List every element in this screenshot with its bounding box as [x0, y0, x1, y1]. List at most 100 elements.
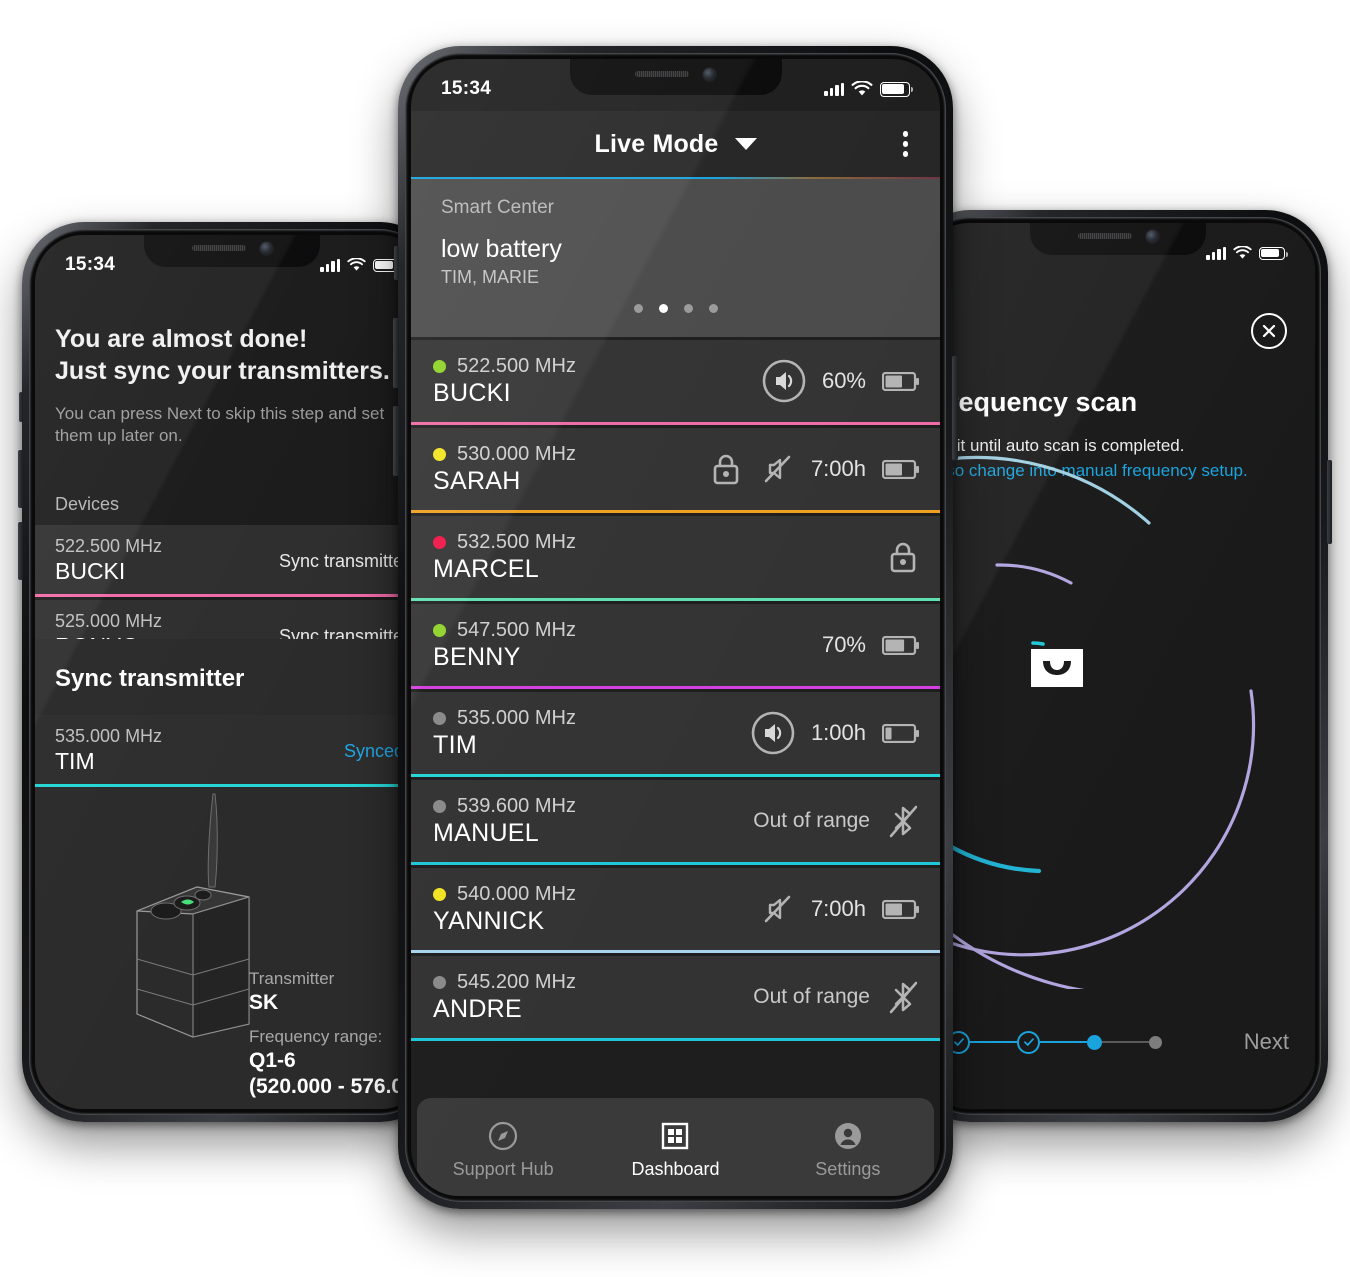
smart-center-label: Smart Center — [441, 197, 554, 218]
smart-center-title: low battery — [441, 235, 562, 263]
earpiece-speaker-icon — [191, 245, 246, 251]
device-accent-bar — [35, 784, 429, 787]
mute-icon[interactable] — [759, 451, 795, 487]
volume-down-left[interactable] — [18, 522, 23, 580]
lock-icon[interactable] — [886, 539, 920, 575]
front-camera-icon — [259, 241, 273, 255]
page-title: Live Mode — [594, 129, 719, 158]
channel-battery-text: 70% — [821, 632, 866, 657]
front-camera-icon — [1145, 229, 1159, 243]
sennheiser-logo — [1031, 649, 1083, 687]
kebab-menu-icon[interactable] — [902, 131, 908, 157]
carousel-dot[interactable] — [708, 304, 718, 313]
mute-switch-center[interactable] — [394, 246, 399, 280]
channel-status-dot — [433, 447, 446, 461]
step-4-pending[interactable] — [1149, 1035, 1162, 1049]
lock-icon[interactable] — [709, 451, 743, 487]
app-navbar: Live Mode — [411, 111, 940, 179]
battery-icon — [882, 723, 919, 743]
list-item[interactable]: 535.000 MHz TIM Synced! — [35, 715, 429, 787]
channel-name: ANDRE — [433, 994, 523, 1023]
carousel-dots[interactable] — [441, 288, 910, 327]
power-button-right[interactable] — [1327, 460, 1332, 544]
battery-icon — [882, 371, 919, 391]
carousel-dot[interactable] — [633, 304, 643, 313]
channel-battery-text: 7:00h — [810, 456, 866, 481]
channel-row[interactable]: 522.500 MHz BUCKI 60% — [411, 340, 940, 425]
devices-section-label: Devices — [55, 493, 120, 514]
step-2-complete[interactable] — [1017, 1030, 1040, 1054]
volume-down-center[interactable] — [393, 406, 399, 476]
channel-name: MANUEL — [433, 818, 539, 847]
channel-indicators: 70% — [822, 632, 920, 658]
cellular-signal-icon — [1206, 246, 1226, 260]
notch-left — [144, 235, 320, 267]
volume-up-left[interactable] — [18, 450, 23, 508]
onboarding-heading-line1: You are almost done! — [55, 325, 308, 353]
tab-support-hub[interactable]: Support Hub — [417, 1121, 589, 1180]
channel-accent-bar — [411, 510, 940, 513]
channel-row[interactable]: 540.000 MHz YANNICK 7:00h — [411, 868, 940, 953]
onboarding-paragraph: You can press Next to skip this step and… — [55, 404, 385, 446]
notch-center — [569, 59, 782, 95]
step-connector — [1102, 1040, 1149, 1044]
notch-right — [1030, 223, 1206, 255]
channel-row[interactable]: 547.500 MHz BENNY 70% — [411, 604, 940, 689]
channel-status-dot — [433, 799, 446, 813]
sennheiser-logo-icon — [1036, 654, 1078, 682]
status-clock: 15:34 — [65, 254, 116, 275]
channel-row[interactable]: 545.200 MHz ANDRE Out of range — [411, 956, 940, 1041]
status-clock: 15:34 — [441, 78, 492, 99]
wifi-icon — [851, 81, 873, 96]
tab-dashboard[interactable]: Dashboard — [589, 1121, 761, 1180]
channel-indicators: 7:00h — [709, 451, 920, 487]
scan-arcs — [921, 455, 1256, 989]
list-item[interactable]: 522.500 MHz BUCKI Sync transmitter — [35, 524, 429, 597]
channel-accent-bar — [411, 686, 940, 689]
mute-switch-left[interactable] — [19, 392, 23, 422]
battery-icon — [882, 459, 919, 479]
channel-indicators: Out of range — [753, 801, 920, 841]
next-button[interactable]: Next — [1244, 1029, 1289, 1055]
sync-transmitter-action[interactable]: Sync transmitter — [279, 551, 409, 572]
step-3-current[interactable] — [1087, 1034, 1102, 1050]
channel-accent-bar — [411, 862, 940, 865]
volume-up-center[interactable] — [393, 318, 399, 388]
channel-list[interactable]: 522.500 MHz BUCKI 60% 530.000 MHz SARAH 7:00h… — [411, 337, 940, 1098]
close-icon — [1262, 324, 1276, 338]
battery-icon — [882, 899, 919, 919]
right-content: frequency scan wait until auto scan is c… — [921, 223, 1315, 1109]
earpiece-speaker-icon — [1077, 233, 1132, 239]
wifi-icon — [1233, 246, 1252, 259]
channel-battery-text: 7:00h — [810, 896, 866, 921]
bluetooth-off-icon — [889, 981, 918, 1014]
power-button-center[interactable] — [952, 356, 958, 460]
close-button[interactable] — [1251, 313, 1287, 349]
channel-accent-bar — [411, 774, 940, 777]
channel-row[interactable]: 539.600 MHz MANUEL Out of range — [411, 780, 940, 865]
channel-accent-bar — [411, 1038, 940, 1041]
left-phone: 15:34 You are almost done! Just sync you… — [18, 222, 442, 1122]
carousel-dot[interactable] — [683, 304, 693, 313]
carousel-dot-active[interactable] — [658, 304, 668, 313]
channel-row[interactable]: 535.000 MHz TIM 1:00h — [411, 692, 940, 777]
mute-icon[interactable] — [759, 891, 795, 927]
channel-status-dot — [433, 535, 446, 549]
speaker-icon[interactable] — [751, 711, 795, 755]
tab-settings[interactable]: Settings — [762, 1121, 934, 1180]
chevron-down-icon[interactable] — [734, 138, 757, 150]
status-indicators — [824, 81, 914, 97]
center-screen: 15:34 Live Mode Smart Center low battery… — [411, 59, 940, 1196]
channel-status-text: Out of range — [753, 809, 870, 832]
channel-row[interactable]: 532.500 MHz MARCEL — [411, 516, 940, 601]
channel-battery-text: 1:00h — [810, 720, 866, 745]
right-phone: frequency scan wait until auto scan is c… — [908, 210, 1332, 1122]
tab-label: Dashboard — [631, 1158, 720, 1179]
front-camera-icon — [703, 67, 716, 81]
onboarding-heading-line2: Just sync your transmitters. — [55, 357, 390, 385]
channel-status-dot — [433, 975, 446, 989]
channel-row[interactable]: 530.000 MHz SARAH 7:00h — [411, 428, 940, 513]
speaker-icon[interactable] — [762, 359, 806, 403]
smart-center-card[interactable]: Smart Center low battery TIM, MARIE — [411, 179, 940, 337]
battery-icon — [882, 635, 919, 655]
